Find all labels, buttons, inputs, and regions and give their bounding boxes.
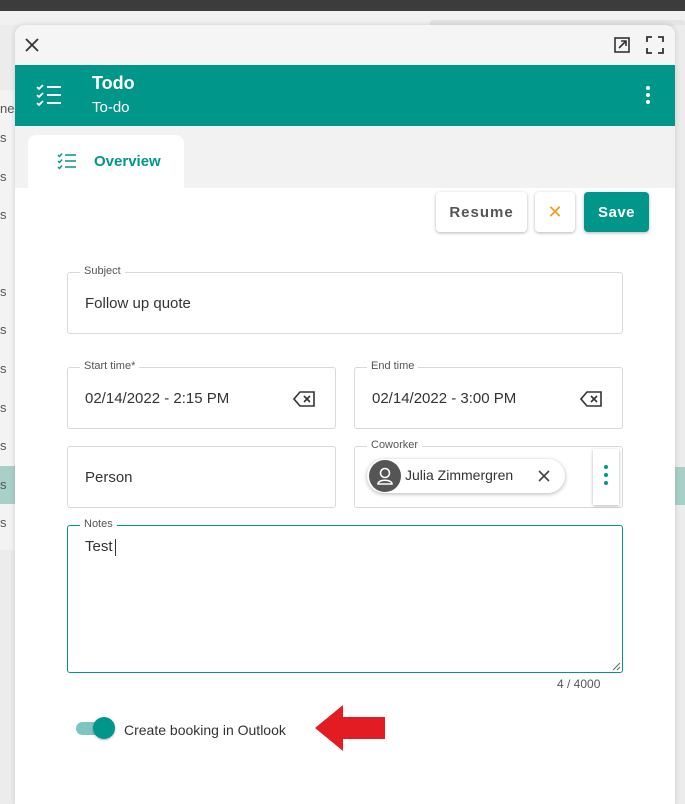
- dialog-title: Todo: [92, 73, 135, 93]
- end-time-label: End time: [367, 360, 419, 372]
- background-table: ne s s s s s s s s s s: [0, 90, 16, 550]
- coworker-menu-button[interactable]: [593, 449, 619, 505]
- notes-textarea[interactable]: Notes Test: [67, 518, 623, 673]
- person-placeholder: Person: [85, 469, 133, 486]
- subject-value: Follow up quote: [85, 295, 191, 312]
- checklist-icon: [57, 153, 76, 170]
- save-button[interactable]: Save: [584, 192, 649, 232]
- coworker-name: Julia Zimmergren: [405, 467, 514, 483]
- dialog-subtitle: To-do: [92, 99, 130, 116]
- fullscreen-icon[interactable]: [645, 35, 665, 55]
- notes-value: Test: [85, 538, 113, 555]
- background-row: s: [0, 284, 7, 299]
- background-row: [0, 235, 16, 273]
- start-time-value: 02/14/2022 - 2:15 PM: [85, 390, 230, 407]
- backspace-icon[interactable]: [579, 390, 604, 408]
- start-time-label: Start time*: [80, 360, 140, 372]
- coworker-field[interactable]: Coworker Julia Zimmergren: [354, 439, 623, 508]
- dialog-header: Todo To-do: [15, 65, 675, 126]
- background-row: s: [0, 515, 7, 530]
- background-row: s: [0, 169, 7, 184]
- backspace-icon[interactable]: [292, 390, 317, 408]
- subject-label: Subject: [80, 265, 125, 277]
- red-arrow-icon: [315, 705, 385, 751]
- toggle-thumb: [93, 717, 115, 739]
- coworker-label: Coworker: [367, 439, 423, 451]
- outlook-toggle-label: Create booking in Outlook: [124, 722, 286, 738]
- notes-char-counter: 4 / 4000: [557, 677, 601, 691]
- person-field[interactable]: Person: [67, 446, 336, 508]
- tab-overview-label: Overview: [94, 153, 161, 170]
- tab-bar: Overview: [15, 126, 675, 188]
- resize-handle-icon[interactable]: [612, 662, 621, 671]
- text-cursor: [115, 539, 116, 556]
- open-external-icon[interactable]: [612, 35, 632, 55]
- dialog-top-bar: [15, 25, 675, 65]
- start-time-field[interactable]: Start time* 02/14/2022 - 2:15 PM: [67, 360, 336, 429]
- background-right-edge: [675, 25, 685, 804]
- remove-chip-icon[interactable]: [536, 468, 552, 484]
- background-row: s: [0, 322, 7, 337]
- background-row: s: [0, 361, 7, 376]
- end-time-value: 02/14/2022 - 3:00 PM: [372, 390, 517, 407]
- todo-dialog: Todo To-do Overview Resume ✕ Save Subjec…: [15, 25, 675, 804]
- background-row: s: [0, 438, 7, 453]
- more-options-icon[interactable]: [637, 83, 659, 109]
- checklist-icon: [35, 82, 63, 110]
- tab-overview[interactable]: Overview: [28, 135, 184, 188]
- notes-label: Notes: [80, 518, 117, 530]
- background-row: s: [0, 130, 7, 145]
- end-time-field[interactable]: End time 02/14/2022 - 3:00 PM: [354, 360, 623, 429]
- person-icon: [377, 467, 393, 485]
- coworker-chip[interactable]: Julia Zimmergren: [367, 459, 565, 493]
- resume-button[interactable]: Resume: [436, 192, 527, 232]
- close-icon[interactable]: [22, 35, 42, 55]
- background-title-bar: [0, 0, 685, 11]
- background-row-selected: [675, 467, 685, 505]
- subject-field[interactable]: Subject Follow up quote: [67, 265, 623, 334]
- outlook-toggle[interactable]: [76, 717, 116, 739]
- avatar: [369, 460, 401, 492]
- background-row: s: [0, 207, 7, 222]
- cancel-button[interactable]: ✕: [535, 192, 575, 232]
- background-row: s: [0, 400, 7, 415]
- background-row-selected: s: [0, 466, 16, 504]
